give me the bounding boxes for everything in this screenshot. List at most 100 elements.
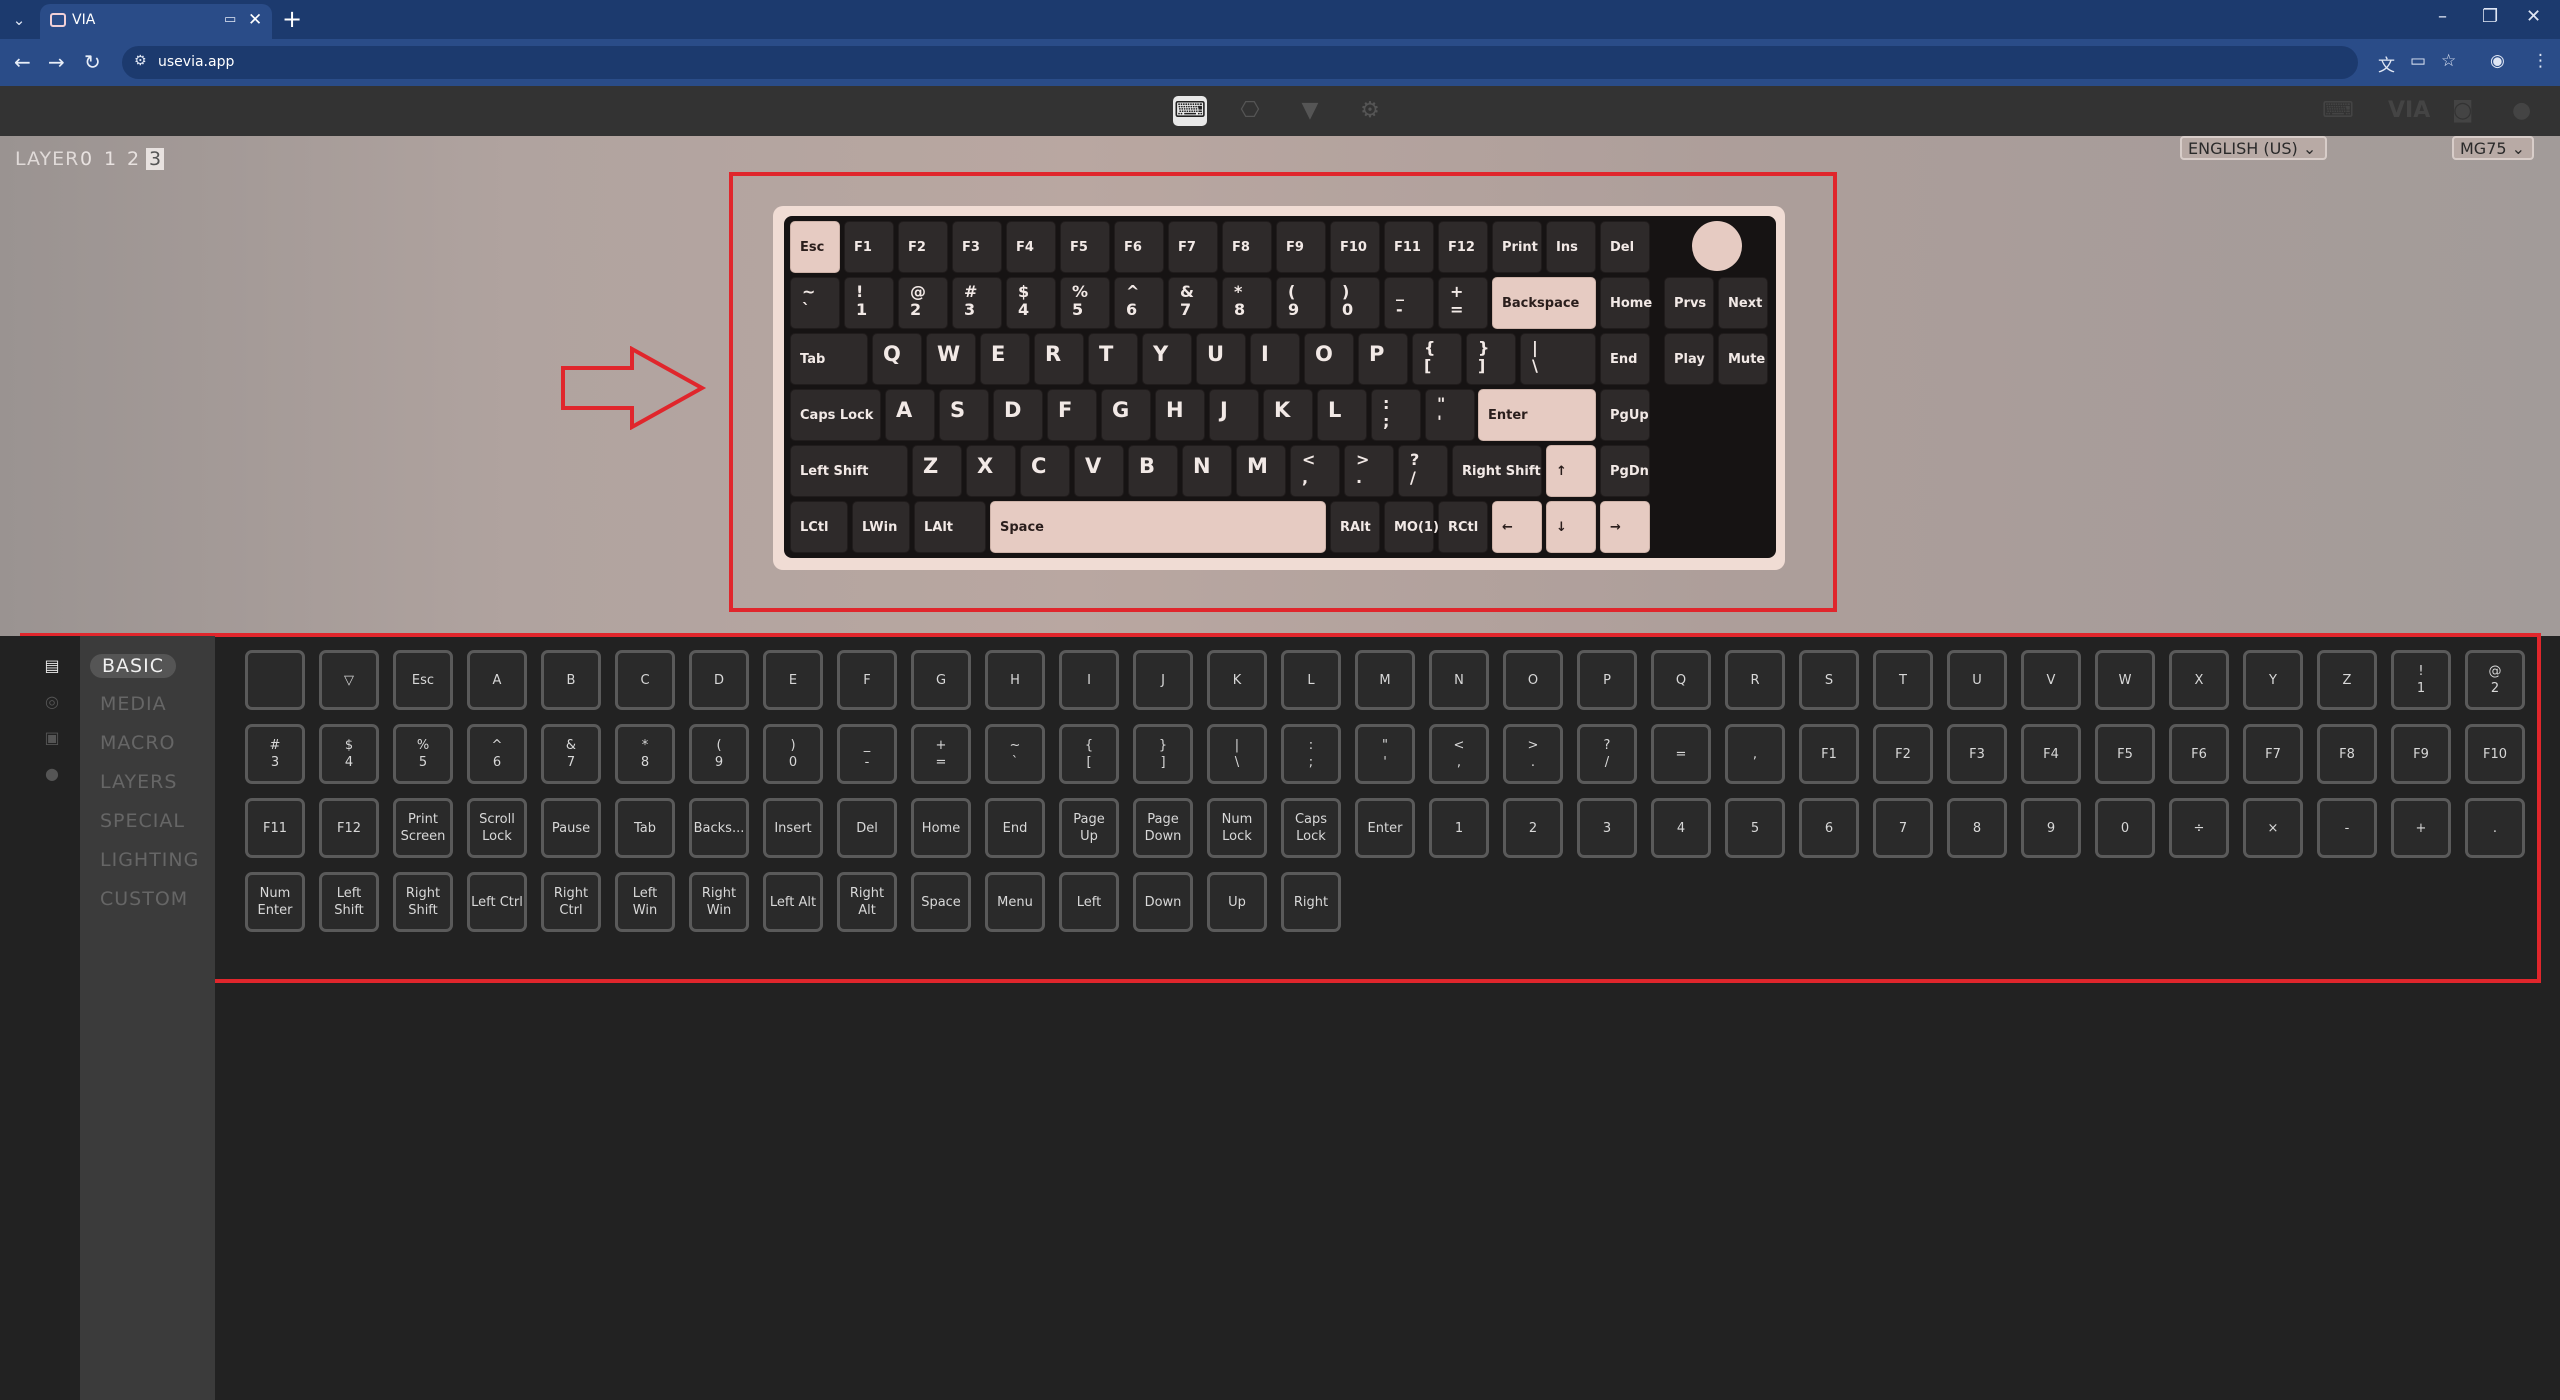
keycode-button[interactable]: F3 — [1947, 724, 2007, 784]
keycode-button[interactable]: * 8 — [615, 724, 675, 784]
keycode-button[interactable]: U — [1947, 650, 2007, 710]
keycode-button[interactable]: 8 — [1947, 798, 2007, 858]
key--5[interactable]: % 5 — [1060, 277, 1110, 329]
keyboard-lang-icon[interactable]: ⌨ — [2322, 98, 2354, 123]
keycode-button[interactable]: Num Lock — [1207, 798, 1267, 858]
key-rctl[interactable]: RCtl — [1438, 501, 1488, 553]
key-ralt[interactable]: RAlt — [1330, 501, 1380, 553]
key-mo-1-[interactable]: MO(1) — [1384, 501, 1439, 553]
key-enter[interactable]: Enter — [1478, 389, 1596, 441]
key--[interactable]: _ - — [1384, 277, 1434, 329]
keycode-button[interactable]: I — [1059, 650, 1119, 710]
key-f3[interactable]: F3 — [952, 221, 1002, 273]
key--1[interactable]: ! 1 — [844, 277, 894, 329]
keycode-button[interactable]: K — [1207, 650, 1267, 710]
keycode-button[interactable]: Page Down — [1133, 798, 1193, 858]
keycode-button[interactable]: F4 — [2021, 724, 2081, 784]
keycode-button[interactable]: . — [2465, 798, 2525, 858]
keycode-button[interactable]: T — [1873, 650, 1933, 710]
keycode-button[interactable]: ? / — [1577, 724, 1637, 784]
key-m[interactable]: M — [1236, 445, 1286, 497]
keycode-button[interactable]: N — [1429, 650, 1489, 710]
keycode-button[interactable]: F6 — [2169, 724, 2229, 784]
key-u[interactable]: U — [1196, 333, 1246, 385]
keycode-button[interactable]: : ; — [1281, 724, 1341, 784]
key-f4[interactable]: F4 — [1006, 221, 1056, 273]
keycode-button[interactable]: Left Win — [615, 872, 675, 932]
keycode-button[interactable]: } ] — [1133, 724, 1193, 784]
menu-media[interactable]: MEDIA — [100, 693, 167, 715]
key-pgup[interactable]: PgUp — [1600, 389, 1650, 441]
keycode-button[interactable]: # 3 — [245, 724, 305, 784]
keycode-button[interactable]: 6 — [1799, 798, 1859, 858]
keycode-button[interactable]: _ - — [837, 724, 897, 784]
keycode-button[interactable]: Up — [1207, 872, 1267, 932]
key-next[interactable]: Next — [1718, 277, 1768, 329]
keycode-button[interactable]: ( 9 — [689, 724, 749, 784]
menu-macro[interactable]: MACRO — [100, 732, 175, 754]
key-lwin[interactable]: LWin — [852, 501, 910, 553]
install-icon[interactable]: ▭ — [2410, 51, 2426, 71]
keyboard-select[interactable]: MG75 ⌄ — [2452, 136, 2534, 160]
keycode-button[interactable]: Enter — [1355, 798, 1415, 858]
star-icon[interactable]: ☆ — [2441, 51, 2456, 71]
key-tab[interactable]: Tab — [790, 333, 868, 385]
keycode-button[interactable]: + = — [911, 724, 971, 784]
key-f9[interactable]: F9 — [1276, 221, 1326, 273]
key-f5[interactable]: F5 — [1060, 221, 1110, 273]
keycode-button[interactable]: End — [985, 798, 1045, 858]
keycode-button[interactable]: F10 — [2465, 724, 2525, 784]
tab-search-chevron-down-icon[interactable]: ⌄ — [8, 9, 30, 31]
keycode-button[interactable]: Y — [2243, 650, 2303, 710]
url-text[interactable]: usevia.app — [158, 54, 234, 70]
keycode-button[interactable]: Left — [1059, 872, 1119, 932]
test-icon[interactable]: ⎔ — [1233, 96, 1267, 126]
tune-icon[interactable]: ⚙ — [134, 53, 147, 69]
keycode-button[interactable]: Right Shift — [393, 872, 453, 932]
keycode-button[interactable]: H — [985, 650, 1045, 710]
keycode-button[interactable]: 4 — [1651, 798, 1711, 858]
key-z[interactable]: Z — [912, 445, 962, 497]
keycode-button[interactable]: E — [763, 650, 823, 710]
keycode-button[interactable]: " ' — [1355, 724, 1415, 784]
back-arrow-left-icon[interactable]: ← — [14, 49, 31, 75]
keycode-button[interactable]: & 7 — [541, 724, 601, 784]
design-icon[interactable]: ▼ — [1293, 96, 1327, 126]
keycode-button[interactable]: Insert — [763, 798, 823, 858]
key--[interactable]: {[ — [1412, 333, 1462, 385]
layer-3[interactable]: 3 — [146, 148, 165, 170]
keycode-button[interactable]: F7 — [2243, 724, 2303, 784]
keycode-button[interactable]: M — [1355, 650, 1415, 710]
browser-tab[interactable]: VIA ▭ ✕ — [40, 4, 272, 39]
key-f7[interactable]: F7 — [1168, 221, 1218, 273]
keycode-button[interactable]: × — [2243, 798, 2303, 858]
keycode-button[interactable]: 2 — [1503, 798, 1563, 858]
keycode-button[interactable]: Page Up — [1059, 798, 1119, 858]
keycode-button[interactable]: 0 — [2095, 798, 2155, 858]
key-pgdn[interactable]: PgDn — [1600, 445, 1650, 497]
account-icon[interactable]: ◉ — [2490, 51, 2505, 71]
key--[interactable]: → — [1600, 501, 1650, 553]
keycode-button[interactable]: W — [2095, 650, 2155, 710]
save-icon[interactable]: ▣ — [44, 730, 60, 746]
keycode-button[interactable]: ^ 6 — [467, 724, 527, 784]
keycode-button[interactable]: Caps Lock — [1281, 798, 1341, 858]
menu-custom[interactable]: CUSTOM — [100, 888, 188, 910]
menu-lighting[interactable]: LIGHTING — [100, 849, 199, 871]
key-esc[interactable]: Esc — [790, 221, 840, 273]
key--[interactable]: ~ ` — [790, 277, 840, 329]
keycode-button[interactable]: F11 — [245, 798, 305, 858]
menu-basic[interactable]: BASIC — [90, 654, 176, 678]
keycode-button[interactable]: Right Ctrl — [541, 872, 601, 932]
keycode-button[interactable]: P — [1577, 650, 1637, 710]
translate-icon[interactable]: 文 — [2378, 51, 2395, 76]
keycode-button[interactable]: Del — [837, 798, 897, 858]
keycode-button[interactable]: F8 — [2317, 724, 2377, 784]
keycode-button[interactable]: S — [1799, 650, 1859, 710]
key-i[interactable]: I — [1250, 333, 1300, 385]
close-icon[interactable]: ✕ — [248, 10, 262, 30]
keycode-button[interactable]: Backs... — [689, 798, 749, 858]
key-x[interactable]: X — [966, 445, 1016, 497]
keycode-button[interactable]: % 5 — [393, 724, 453, 784]
key-right-shift[interactable]: Right Shift — [1452, 445, 1542, 497]
